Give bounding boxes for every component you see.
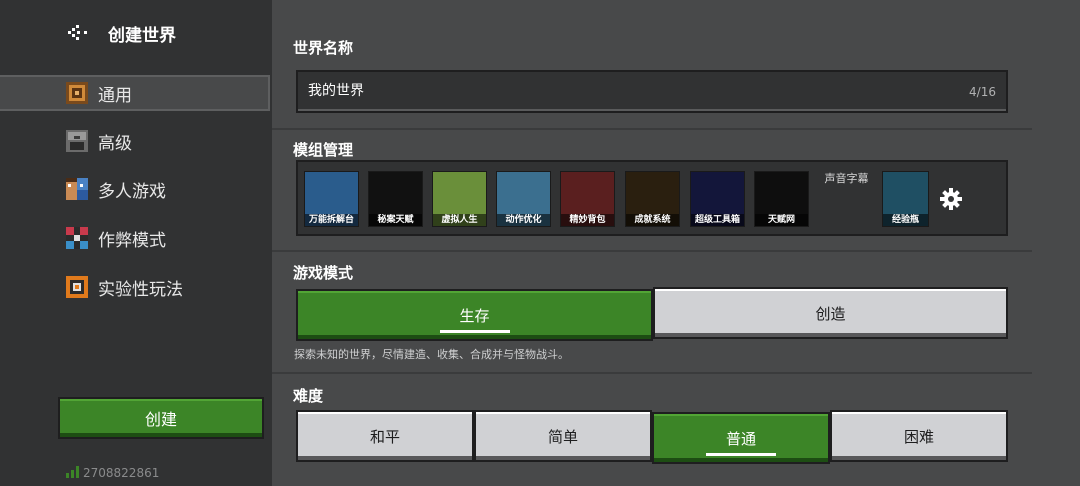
sidebar-title: 创建世界 <box>108 26 176 46</box>
sidebar-header: 创建世界 <box>0 0 272 64</box>
back-icon[interactable] <box>68 24 90 40</box>
create-button[interactable]: 创建 <box>58 397 264 439</box>
world-name-field[interactable]: 4/16 <box>296 70 1008 113</box>
sidebar-item-label: 通用 <box>98 85 132 106</box>
difficulty-easy-button[interactable]: 简单 <box>474 410 652 462</box>
mod-label: 天赋网 <box>755 214 808 226</box>
mod-label: 精妙背包 <box>561 214 614 226</box>
mod-label: 经验瓶 <box>883 214 928 226</box>
sidebar-item-label: 多人游戏 <box>98 181 166 202</box>
sidebar: 创建世界 通用 高级 多人游戏 作弊模式 实验性玩法 创建 2708822861 <box>0 0 272 486</box>
game-mode-creative-button[interactable]: 创造 <box>653 287 1008 339</box>
divider <box>272 128 1032 130</box>
mod-label: 虚拟人生 <box>433 214 486 226</box>
divider <box>272 372 1032 374</box>
main-panel: 世界名称 4/16 模组管理 万能拆解台 秘案天赋 虚拟人生 动作优化 精妙背包… <box>272 0 1080 486</box>
sidebar-item-advanced[interactable]: 高级 <box>0 123 272 159</box>
mod-tile[interactable]: 虚拟人生 <box>432 171 487 227</box>
mod-tile[interactable]: 声音字幕 <box>819 171 874 227</box>
sidebar-item-label: 实验性玩法 <box>98 279 183 300</box>
multiplayer-icon <box>66 178 88 200</box>
game-mode-description: 探索未知的世界，尽情建造、收集、合成并与怪物战斗。 <box>294 348 569 361</box>
experiments-icon <box>66 276 88 298</box>
signal-icon <box>66 466 79 478</box>
sidebar-item-label: 高级 <box>98 133 132 154</box>
divider <box>272 250 1032 252</box>
cheats-icon <box>66 227 88 249</box>
game-mode-survival-button[interactable]: 生存 <box>296 289 653 341</box>
sidebar-item-label: 作弊模式 <box>98 230 166 251</box>
sidebar-item-general[interactable]: 通用 <box>0 75 270 111</box>
mod-tile[interactable]: 秘案天赋 <box>368 171 423 227</box>
difficulty-normal-button[interactable]: 普通 <box>652 412 830 464</box>
mod-tile[interactable]: 动作优化 <box>496 171 551 227</box>
sidebar-item-cheats[interactable]: 作弊模式 <box>0 220 272 256</box>
difficulty-peaceful-button[interactable]: 和平 <box>296 410 474 462</box>
difficulty-title: 难度 <box>293 387 324 405</box>
mod-label: 秘案天赋 <box>369 214 422 226</box>
difficulty-hard-button[interactable]: 困难 <box>830 410 1008 462</box>
mod-label: 声音字幕 <box>824 172 869 185</box>
mod-tile[interactable]: 天赋网 <box>754 171 809 227</box>
world-name-title: 世界名称 <box>293 39 354 57</box>
gear-icon[interactable] <box>940 188 962 210</box>
sidebar-item-experiments[interactable]: 实验性玩法 <box>0 269 272 305</box>
mod-label: 超级工具箱 <box>691 214 744 226</box>
mod-tile[interactable]: 超级工具箱 <box>690 171 745 227</box>
build-id: 2708822861 <box>83 466 160 480</box>
general-icon <box>66 82 88 104</box>
mod-label: 动作优化 <box>497 214 550 226</box>
mod-tile[interactable]: 成就系统 <box>625 171 680 227</box>
mod-label: 万能拆解台 <box>305 214 358 226</box>
mod-tile[interactable]: 精妙背包 <box>560 171 615 227</box>
mods-title: 模组管理 <box>293 141 354 159</box>
mod-tile[interactable]: 万能拆解台 <box>304 171 359 227</box>
sidebar-item-multiplayer[interactable]: 多人游戏 <box>0 171 272 207</box>
advanced-icon <box>66 130 88 152</box>
char-count: 4/16 <box>969 85 996 99</box>
mod-label: 成就系统 <box>626 214 679 226</box>
world-name-input[interactable] <box>308 82 908 98</box>
game-mode-title: 游戏模式 <box>293 264 354 282</box>
mod-tile[interactable]: 经验瓶 <box>882 171 929 227</box>
mod-strip: 万能拆解台 秘案天赋 虚拟人生 动作优化 精妙背包 成就系统 超级工具箱 天赋网… <box>296 160 1008 236</box>
